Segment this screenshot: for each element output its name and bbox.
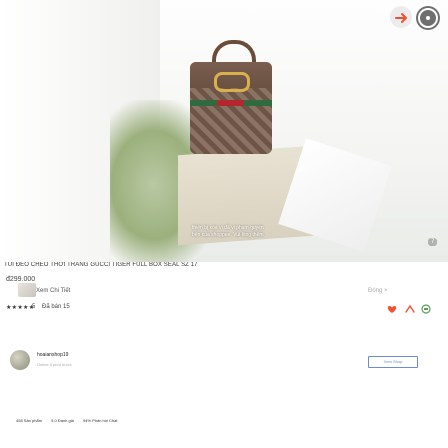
rating-stars: ★★★★★	[6, 305, 35, 311]
variant-thumbnail[interactable]	[18, 283, 36, 297]
product-image[interactable]: thiên bị xóa vì đã vi phạm quyền bên của…	[0, 0, 448, 262]
product-title: TÚI ĐEO CHÉO THỜI TRANG GUCCI TIGER FULL…	[4, 262, 198, 268]
shop-stats: 458 Sản phẩm 5.0 Đánh giá 94% Phản hồi C…	[16, 418, 448, 423]
overlay-line-1: thiên bị xóa vì đã vi phạm quyền	[192, 225, 264, 231]
price-row: đ299.000 Xem Chi Tiết Đóng ×	[6, 276, 446, 306]
chat-icon[interactable]	[420, 302, 432, 314]
heart-icon[interactable]	[386, 302, 398, 314]
stat-chat: 94% Phản hồi Chat	[82, 418, 118, 423]
more-icon[interactable]	[416, 6, 440, 30]
bag-stripe	[190, 100, 272, 106]
sold-count: Đã bán 15	[42, 304, 70, 310]
share-icon[interactable]	[390, 6, 412, 28]
rating-row: ★★★★★ 5 Đã bán 15	[6, 304, 446, 316]
shop-name: hoaianshop19	[37, 352, 69, 358]
overlay-line-2: bên của shoppee. Vui lòng thêm	[192, 232, 264, 238]
shop-card: hoaianshop19 Online 6 phút trước Xem Sho…	[0, 350, 448, 386]
rating-score: 5	[32, 304, 36, 310]
stat-products: 458 Sản phẩm	[16, 418, 43, 423]
avatar[interactable]	[10, 350, 30, 370]
stat-rating: 5.0 Đánh giá	[51, 418, 74, 423]
product-price: đ299.000	[6, 276, 36, 283]
bag-clasp	[214, 72, 250, 92]
close-link[interactable]: Đóng ×	[368, 288, 388, 294]
view-shop-button[interactable]: Xem Shop	[368, 356, 418, 368]
shop-status: Online 6 phút trước	[37, 362, 72, 367]
see-detail-link[interactable]: Xem Chi Tiết	[36, 288, 70, 294]
share-icon[interactable]	[404, 302, 416, 314]
image-counter: 7	[428, 238, 438, 246]
image-overlay-text: thiên bị xóa vì đã vi phạm quyền bên của…	[192, 225, 382, 255]
